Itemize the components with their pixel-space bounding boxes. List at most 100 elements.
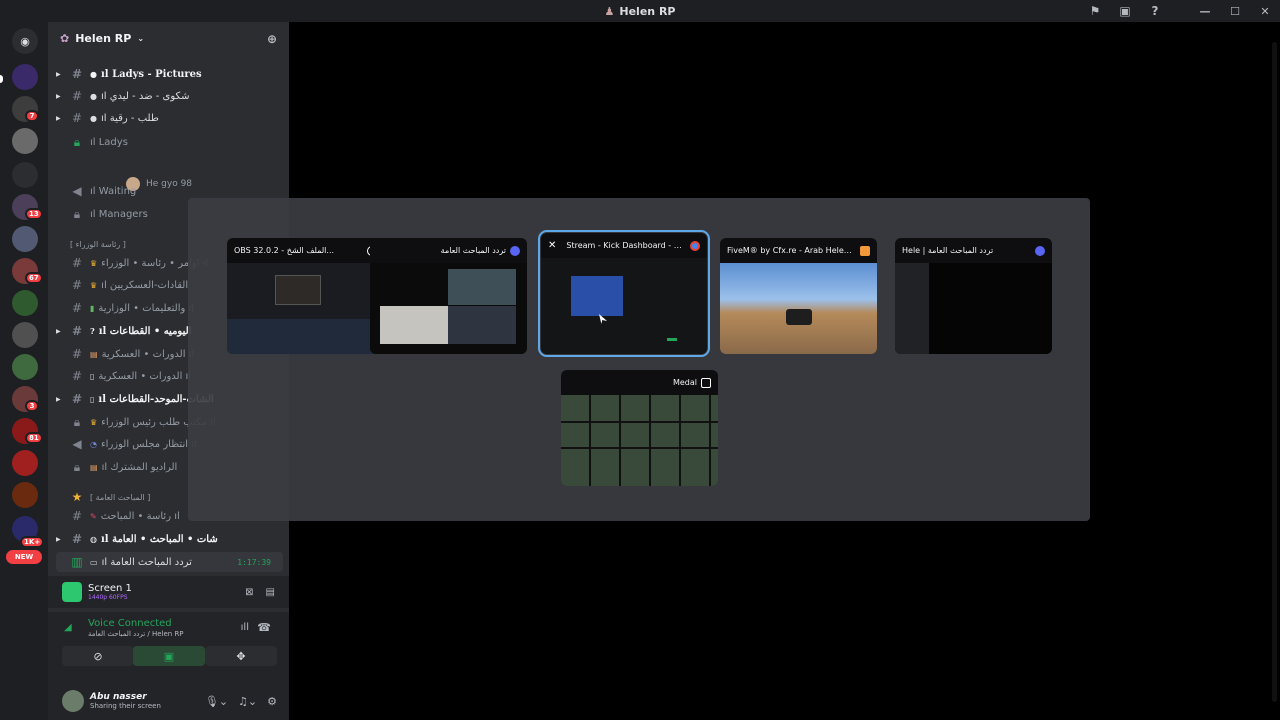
channel-item[interactable]: ▶ # ● ıl شكوى - ضد - ليدي: [56, 86, 283, 106]
hashtag-icon: #: [71, 369, 83, 383]
avatar[interactable]: [62, 690, 84, 712]
window-option[interactable]: FiveM® by Cfx.re - Arab Helen...: [720, 238, 877, 354]
page-icon: ▯: [90, 394, 95, 404]
lock-icon: 🔒︎: [73, 414, 81, 429]
crown-icon: ♛: [90, 258, 98, 268]
server-icon-7[interactable]: [12, 290, 38, 316]
mention-badge: 7: [25, 110, 39, 122]
window-thumbnail: [720, 263, 877, 354]
close-icon[interactable]: ✕: [548, 240, 556, 251]
hashtag-icon: #: [71, 111, 83, 125]
hashtag-icon: #: [71, 67, 83, 81]
stream-settings-icon[interactable]: ▤: [266, 587, 275, 598]
gear-icon[interactable]: ⚙: [267, 695, 277, 708]
fivem-icon: [860, 245, 870, 256]
screen-share-icon: [62, 582, 82, 602]
voice-channel-item[interactable]: 🔒︎ ıl Ladys: [56, 132, 283, 152]
window-option[interactable]: OBS 32.0.2 - الملف الشخ...: [227, 238, 384, 354]
server-icon-5[interactable]: [12, 226, 38, 252]
mention-badge: 13: [25, 208, 43, 220]
crown-icon: ♛: [90, 280, 98, 290]
window-option[interactable]: Hele | تردد المباحث العامة: [895, 238, 1052, 354]
inbox-icon[interactable]: ▣: [1110, 0, 1140, 22]
server-folder-icon[interactable]: [12, 162, 38, 188]
new-badge: NEW: [6, 550, 42, 564]
channel-item[interactable]: ▶ # ● ıl Ladys - Pictures: [56, 64, 283, 84]
window-option[interactable]: Medal: [561, 370, 718, 486]
server-icon-f[interactable]: [12, 64, 38, 90]
server-icon-12[interactable]: [12, 450, 38, 476]
flag-icon[interactable]: ⚑: [1080, 0, 1110, 22]
speaker-icon: ◀: [72, 184, 82, 198]
hashtag-icon: #: [71, 392, 83, 406]
voice-panel: ◢ Voice Connected تردد المباحث العامة / …: [48, 612, 289, 682]
window-option[interactable]: تردد المباحث العامة: [370, 238, 527, 354]
lock-icon: 🔒︎: [73, 206, 81, 221]
speaker-icon: ◀: [72, 437, 82, 451]
maximize-button[interactable]: ☐: [1220, 0, 1250, 22]
activities-button[interactable]: ✥: [205, 646, 277, 666]
server-icon-9[interactable]: [12, 354, 38, 380]
window-option-selected[interactable]: ✕ Stream - Kick Dashboard - G...: [538, 230, 710, 357]
server-list: ◉ 7 13 67 3 81 1K+ NEW: [0, 22, 48, 720]
headphones-icon[interactable]: ♫⌄: [238, 695, 257, 708]
title-bar-controls: ⚑ ▣ ? — ☐ ✕: [1080, 0, 1280, 22]
invite-icon[interactable]: ⊕: [267, 32, 277, 46]
id-icon: ▭: [90, 557, 98, 567]
hashtag-icon: #: [71, 347, 83, 361]
signal-icon: ◢: [64, 622, 72, 633]
server-icon-13[interactable]: [12, 482, 38, 508]
lock-icon: 🔒︎: [73, 459, 81, 474]
lock-voice-icon: 🔒︎: [73, 134, 81, 149]
channel-item[interactable]: ▶ # ◍ ıl شات • المباحث • العامة: [56, 529, 283, 549]
bubble-icon: ●: [90, 113, 97, 123]
voice-channel-path[interactable]: تردد المباحث العامة / Helen RP: [88, 630, 184, 638]
camera-off-button[interactable]: ⊘: [62, 646, 134, 666]
star-icon: ★: [71, 490, 83, 504]
help-icon[interactable]: ?: [1140, 0, 1170, 22]
server-icon-3[interactable]: [12, 128, 38, 154]
server-header[interactable]: ✿ Helen RP ⌄ ⊕: [48, 22, 289, 55]
noise-suppression-icon[interactable]: ıll: [241, 622, 249, 633]
stop-stream-icon[interactable]: ⊠: [245, 587, 253, 598]
minimize-button[interactable]: —: [1190, 0, 1220, 22]
discord-home-icon[interactable]: ◉: [12, 28, 38, 54]
medal-icon: [701, 377, 711, 388]
pin-icon: ✎: [90, 511, 97, 521]
window-thumbnail: [561, 395, 718, 486]
timer-icon: ◔: [90, 439, 97, 449]
user-name[interactable]: Abu nasser: [90, 692, 161, 702]
discord-icon: [510, 245, 520, 256]
window-thumbnail: [370, 263, 527, 354]
close-button[interactable]: ✕: [1250, 0, 1280, 22]
bubble-icon: ●: [90, 69, 97, 79]
hashtag-icon: #: [71, 256, 83, 270]
disconnect-icon[interactable]: ☎: [257, 621, 271, 634]
chevron-down-icon: ⌄: [137, 34, 145, 43]
page-icon: ▯: [90, 371, 95, 381]
voice-status[interactable]: Voice Connected: [88, 618, 172, 629]
memo-icon: ▤: [90, 462, 98, 472]
window-thumbnail: [895, 263, 1052, 354]
stream-name: Screen 1: [88, 583, 132, 594]
discord-icon: [1035, 245, 1045, 256]
microphone-icon[interactable]: 🎙︎⌄: [205, 695, 228, 708]
title-bar: ♟ Helen RP ⚑ ▣ ? — ☐ ✕: [0, 0, 1280, 22]
voice-active-icon: ▥: [71, 555, 83, 569]
user-status: Sharing their screen: [90, 702, 161, 710]
screen-share-button[interactable]: ▣: [133, 646, 205, 666]
active-voice-channel[interactable]: ▥ ▭ ıl تردد المباحث العامة 1:17:39: [56, 552, 283, 572]
chrome-icon: [690, 240, 700, 251]
window-picker: OBS 32.0.2 - الملف الشخ... تردد المباحث …: [188, 198, 1090, 521]
channel-item[interactable]: ▶ # ● ıl طلب - رقية: [56, 108, 283, 128]
unread-indicator: [0, 75, 3, 83]
memo-icon: ▤: [90, 349, 98, 359]
bubble-icon: ●: [90, 91, 97, 101]
mention-badge: 3: [25, 400, 39, 412]
server-icon: ✿: [60, 32, 70, 45]
hashtag-icon: #: [71, 324, 83, 338]
server-icon-8[interactable]: [12, 322, 38, 348]
scrollbar-thumb[interactable]: [1272, 42, 1277, 702]
hashtag-icon: #: [71, 301, 83, 315]
window-thumbnail: [541, 258, 707, 354]
